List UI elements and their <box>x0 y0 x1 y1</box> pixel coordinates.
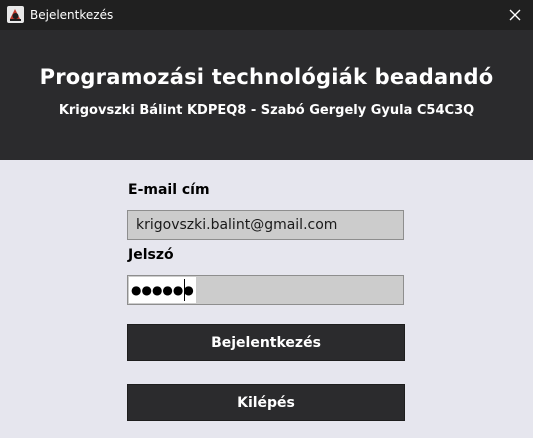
login-button[interactable]: Bejelentkezés <box>127 324 405 361</box>
password-field[interactable]: ●●●●●● <box>127 275 404 305</box>
page-subtitle: Krigovszki Bálint KDPEQ8 - Szabó Gergely… <box>58 103 475 118</box>
password-mask: ●●●●●● <box>129 277 196 303</box>
password-label: Jelszó <box>128 247 174 263</box>
header-banner: Programozási technológiák beadandó Krigo… <box>0 30 533 160</box>
email-value: krigovszki.balint@gmail.com <box>136 217 338 233</box>
title-bar: Bejelentkezés <box>0 0 533 30</box>
window-title: Bejelentkezés <box>30 8 114 22</box>
java-app-icon <box>7 6 24 23</box>
page-title: Programozási technológiák beadandó <box>39 65 494 89</box>
exit-button[interactable]: Kilépés <box>127 384 405 421</box>
email-label: E-mail cím <box>128 182 210 198</box>
close-button[interactable] <box>497 0 533 30</box>
email-field[interactable]: krigovszki.balint@gmail.com <box>127 210 404 240</box>
close-icon <box>509 6 521 25</box>
text-caret <box>184 279 185 301</box>
